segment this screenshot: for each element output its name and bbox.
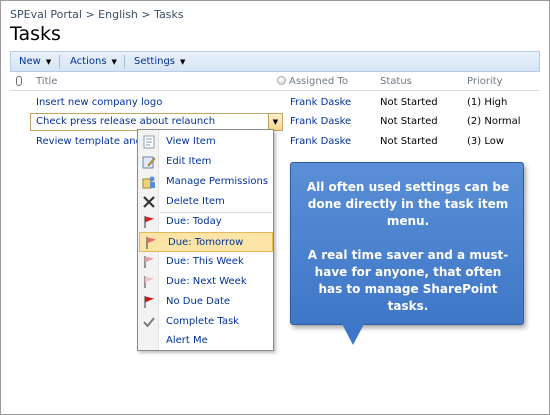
menu-item-label: Due: Tomorrow xyxy=(168,237,244,248)
callout-text: All often used settings can be done dire… xyxy=(301,179,515,332)
permissions-icon xyxy=(142,176,155,189)
menu-item-complete-task[interactable]: Complete Task xyxy=(138,312,273,332)
checkmark-icon xyxy=(143,317,155,328)
table-row: Review template and CS Frank Daske Not S… xyxy=(10,133,540,152)
menu-item-alert-me[interactable]: Alert Me xyxy=(138,331,273,351)
chevron-down-icon: ▼ xyxy=(180,58,186,66)
priority-cell: (2) Normal xyxy=(467,116,521,127)
table-row: Insert new company logo Frank Daske Not … xyxy=(10,94,540,113)
menu-item-delete-item[interactable]: Delete Item xyxy=(138,192,273,212)
callout-pointer xyxy=(342,324,364,345)
priority-cell: (3) Low xyxy=(467,136,505,147)
status-cell: Not Started xyxy=(380,97,438,108)
column-header-status[interactable]: Status xyxy=(380,76,412,87)
new-label: New xyxy=(19,56,41,67)
column-header-title[interactable]: Title xyxy=(36,76,57,87)
menu-item-no-due-date[interactable]: No Due Date xyxy=(138,292,273,312)
column-header-assigned-to-label: Assigned To xyxy=(289,76,348,87)
callout-paragraph-1: All often used settings can be done dire… xyxy=(306,180,510,228)
view-icon xyxy=(143,135,155,149)
status-cell: Not Started xyxy=(380,116,438,127)
list-toolbar: New ▼ Actions ▼ Settings ▼ xyxy=(10,51,540,72)
task-title-link[interactable]: Check press release about relaunch xyxy=(36,116,215,127)
flag-pink-icon xyxy=(144,256,154,268)
callout-paragraph-2: A real time saver and a must-have for an… xyxy=(307,248,509,313)
attachment-icon xyxy=(16,76,22,86)
menu-item-label: Due: Next Week xyxy=(166,276,247,287)
toolbar-divider xyxy=(59,55,60,68)
toolbar-divider xyxy=(124,55,125,68)
menu-item-label: Manage Permissions xyxy=(166,176,269,187)
menu-item-label: Delete Item xyxy=(166,196,225,207)
status-cell: Not Started xyxy=(380,136,438,147)
assigned-to-link[interactable]: Frank Daske xyxy=(290,116,351,127)
delete-icon xyxy=(143,196,155,208)
list-header: Title Assigned To Status Priority xyxy=(10,73,540,91)
settings-label: Settings xyxy=(134,56,176,67)
flag-red-icon xyxy=(144,296,154,308)
menu-item-due-this-week[interactable]: Due: This Week xyxy=(138,252,273,272)
menu-item-label: Complete Task xyxy=(166,316,239,327)
priority-cell: (1) High xyxy=(467,97,508,108)
menu-item-label: Alert Me xyxy=(166,335,208,346)
menu-item-due-today[interactable]: Due: Today xyxy=(138,212,273,232)
flag-pale-icon xyxy=(144,276,154,288)
menu-item-due-tomorrow[interactable]: Due: Tomorrow xyxy=(139,232,273,252)
column-header-assigned-to[interactable]: Assigned To xyxy=(277,76,348,87)
menu-item-label: No Due Date xyxy=(166,296,231,307)
breadcrumb[interactable]: SPEval Portal > English > Tasks xyxy=(10,8,184,21)
menu-item-label: Due: Today xyxy=(166,216,222,227)
alert-icon xyxy=(142,334,156,348)
new-menu-button[interactable]: New ▼ xyxy=(19,52,51,71)
flag-red-icon xyxy=(144,216,154,228)
menu-item-label: View Item xyxy=(166,136,216,147)
callout-box: All often used settings can be done dire… xyxy=(290,162,524,325)
menu-item-label: Edit Item xyxy=(166,156,212,167)
task-title-link[interactable]: Insert new company logo xyxy=(36,97,162,108)
edit-icon xyxy=(142,156,156,169)
menu-item-manage-permissions[interactable]: Manage Permissions xyxy=(138,172,273,192)
actions-label: Actions xyxy=(70,56,107,67)
item-menu-dropdown-button[interactable]: ▼ xyxy=(268,114,282,130)
menu-item-due-next-week[interactable]: Due: Next Week xyxy=(138,272,273,292)
flag-pink-icon xyxy=(146,237,156,249)
table-row-selected: Check press release about relaunch ▼ Fra… xyxy=(10,113,540,132)
page-frame: SPEval Portal > English > Tasks Tasks Ne… xyxy=(0,0,550,415)
item-context-menu: View Item Edit Item Manage Permissions D… xyxy=(137,129,274,351)
menu-item-edit-item[interactable]: Edit Item xyxy=(138,152,273,172)
chevron-down-icon: ▼ xyxy=(45,58,52,66)
menu-item-label: Due: This Week xyxy=(166,256,244,267)
assigned-to-link[interactable]: Frank Daske xyxy=(290,136,351,147)
page-title: Tasks xyxy=(10,23,61,45)
assigned-to-link[interactable]: Frank Daske xyxy=(290,97,351,108)
menu-item-view-item[interactable]: View Item xyxy=(138,132,273,152)
settings-menu-button[interactable]: Settings ▼ xyxy=(134,52,185,71)
chevron-down-icon: ▼ xyxy=(272,118,279,126)
column-header-priority[interactable]: Priority xyxy=(467,76,503,87)
chevron-down-icon: ▼ xyxy=(111,58,117,66)
presence-icon xyxy=(277,76,286,85)
actions-menu-button[interactable]: Actions ▼ xyxy=(70,52,117,71)
